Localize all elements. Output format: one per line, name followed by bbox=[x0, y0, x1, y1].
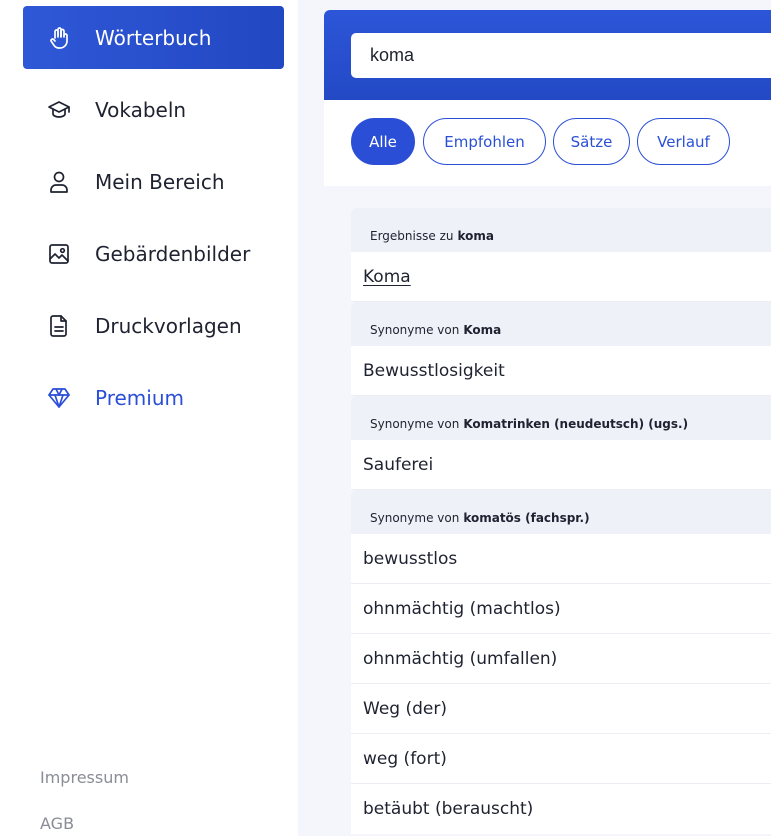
filter-bar: Alle Empfohlen Sätze Verlauf bbox=[324, 100, 771, 186]
result-item[interactable]: bewusstlos bbox=[351, 534, 771, 584]
sidebar-item-label: Gebärdenbilder bbox=[95, 241, 251, 266]
sidebar-item-gebaerdenbilder[interactable]: Gebärdenbilder bbox=[23, 222, 284, 285]
image-icon bbox=[23, 242, 95, 266]
section-term: Koma bbox=[463, 323, 502, 337]
sidebar-item-label: Vokabeln bbox=[95, 97, 187, 122]
section-prefix: Synonyme von bbox=[370, 323, 460, 337]
result-item[interactable]: Sauferei bbox=[351, 440, 771, 490]
section-header: Ergebnisse zu koma bbox=[351, 208, 771, 252]
result-item[interactable]: Bewusstlosigkeit bbox=[351, 346, 771, 396]
result-item[interactable]: Weg (der) bbox=[351, 684, 771, 734]
section-header: Synonyme von komatös (fachspr.) bbox=[351, 490, 771, 534]
user-icon bbox=[23, 170, 95, 194]
sidebar-item-vokabeln[interactable]: Vokabeln bbox=[23, 78, 284, 141]
diamond-icon bbox=[23, 386, 95, 410]
section-header: Synonyme von Komatrinken (neudeutsch) (u… bbox=[351, 396, 771, 440]
section-header: Synonyme von Koma bbox=[351, 302, 771, 346]
agb-link[interactable]: AGB bbox=[40, 814, 74, 833]
filter-empfohlen[interactable]: Empfohlen bbox=[423, 118, 546, 165]
hand-icon bbox=[23, 26, 95, 50]
sidebar-item-label: Mein Bereich bbox=[95, 169, 225, 194]
filter-verlauf[interactable]: Verlauf bbox=[637, 118, 730, 165]
section-term: Komatrinken (neudeutsch) (ugs.) bbox=[463, 417, 689, 431]
sidebar-item-woerterbuch[interactable]: Wörterbuch bbox=[23, 6, 284, 69]
filter-saetze[interactable]: Sätze bbox=[553, 118, 630, 165]
results-list: Ergebnisse zu koma Koma Synonyme von Kom… bbox=[351, 208, 771, 834]
sidebar-item-label: Wörterbuch bbox=[95, 25, 212, 50]
result-item[interactable]: Koma bbox=[351, 252, 771, 302]
document-icon bbox=[23, 314, 95, 338]
result-item[interactable]: weg (fort) bbox=[351, 734, 771, 784]
sidebar-item-druckvorlagen[interactable]: Druckvorlagen bbox=[23, 294, 284, 357]
search-input[interactable] bbox=[351, 33, 771, 78]
graduation-cap-icon bbox=[23, 98, 95, 122]
sidebar-item-mein-bereich[interactable]: Mein Bereich bbox=[23, 150, 284, 213]
section-term: komatös (fachspr.) bbox=[463, 511, 590, 525]
section-prefix: Ergebnisse zu bbox=[370, 229, 454, 243]
result-item[interactable]: ohnmächtig (machtlos) bbox=[351, 584, 771, 634]
filter-alle[interactable]: Alle bbox=[351, 118, 415, 165]
section-term: koma bbox=[457, 229, 494, 243]
section-prefix: Synonyme von bbox=[370, 417, 460, 431]
sidebar-item-label: Premium bbox=[95, 385, 184, 410]
section-prefix: Synonyme von bbox=[370, 511, 460, 525]
sidebar-item-label: Druckvorlagen bbox=[95, 313, 242, 338]
result-item[interactable]: ohnmächtig (umfallen) bbox=[351, 634, 771, 684]
sidebar-item-premium[interactable]: Premium bbox=[23, 366, 284, 429]
sidebar: Wörterbuch Vokabeln Mein Bereich Gebärde… bbox=[0, 0, 298, 836]
impressum-link[interactable]: Impressum bbox=[40, 768, 129, 787]
result-item[interactable]: betäubt (berauscht) bbox=[351, 784, 771, 834]
